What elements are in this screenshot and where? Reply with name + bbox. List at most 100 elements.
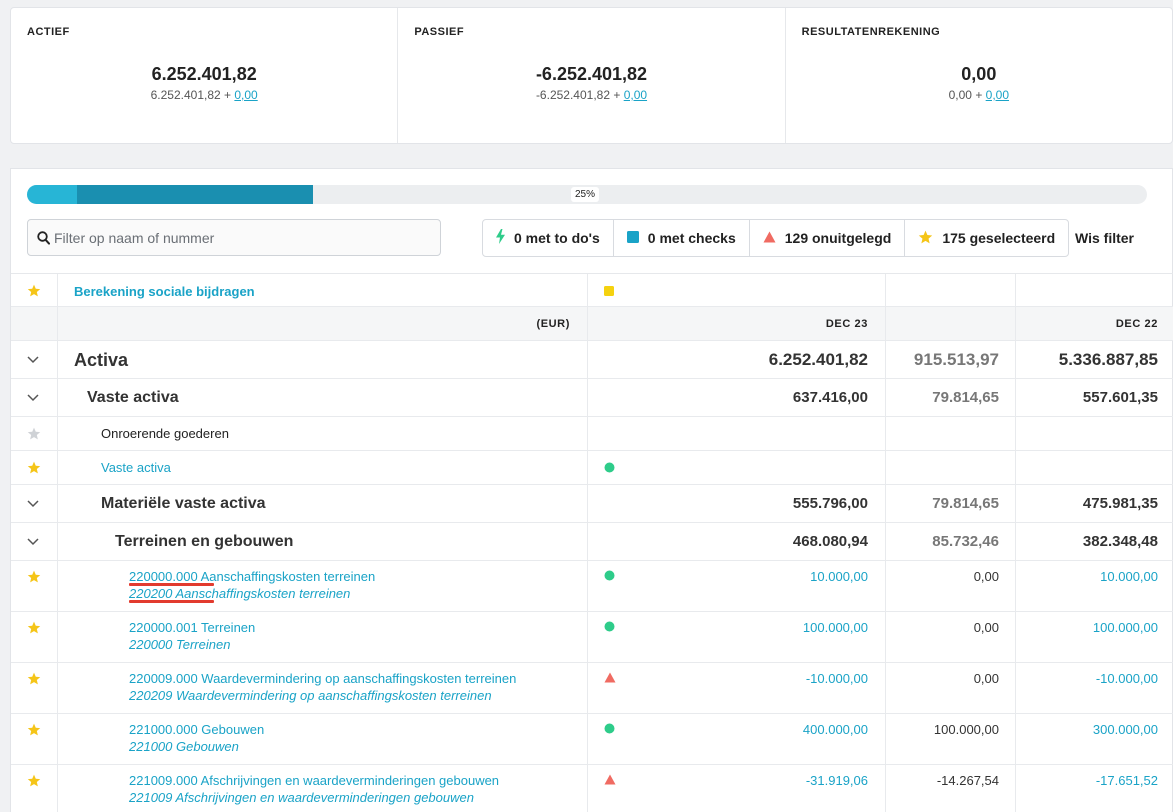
row-star-cell bbox=[11, 765, 58, 812]
summary-sub-link[interactable]: 0,00 bbox=[234, 88, 257, 102]
row-cell bbox=[886, 451, 1016, 484]
row-label: Terreinen en gebouwen bbox=[115, 533, 294, 550]
highlight-underline bbox=[129, 600, 214, 603]
summary-label: RESULTATENREKENING bbox=[801, 26, 941, 38]
row-value-dec23: 637.416,00 bbox=[792, 389, 868, 406]
row-label-cell: Terreinen en gebouwen bbox=[58, 523, 588, 560]
status-dot-icon bbox=[604, 723, 615, 734]
row-cell bbox=[1016, 417, 1173, 450]
summary-sub-base: 0,00 + bbox=[948, 88, 986, 102]
chevron-down-icon[interactable] bbox=[27, 500, 39, 508]
row-value-dec22[interactable]: -10.000,00 bbox=[1096, 671, 1158, 686]
account-link[interactable]: 221000.000 Gebouwen bbox=[129, 722, 264, 737]
progress-done-segment bbox=[27, 185, 78, 204]
filter-unexplained-button[interactable]: 129 onuitgelegd bbox=[750, 220, 906, 256]
star-outline-icon[interactable] bbox=[27, 427, 41, 440]
row-cell bbox=[886, 274, 1016, 306]
table-row[interactable]: Vaste activa 637.416,00 79.814,65 557.60… bbox=[11, 379, 1173, 417]
row-value-cell: 0,00 bbox=[886, 663, 1016, 713]
summary-panel: ACTIEF 6.252.401,82 6.252.401,82 + 0,00 … bbox=[10, 7, 1173, 144]
row-value-cell: -17.651,52 bbox=[1016, 765, 1173, 812]
row-value-dec23[interactable]: -10.000,00 bbox=[806, 671, 868, 686]
row-status-cell: 10.000,00 bbox=[588, 561, 886, 611]
row-value-dec23[interactable]: 400.000,00 bbox=[803, 722, 868, 737]
row-status-cell: -31.919,06 bbox=[588, 765, 886, 812]
row-status-cell bbox=[588, 274, 886, 306]
account-link[interactable]: 220000.001 Terreinen bbox=[129, 620, 255, 635]
account-link[interactable]: 220000.000 Aanschaffingskosten terreinen bbox=[129, 569, 375, 584]
star-icon[interactable] bbox=[27, 570, 41, 583]
account-sublabel: 220000 Terreinen bbox=[129, 637, 231, 652]
progress-bar: 25% bbox=[27, 185, 1147, 204]
row-value-cell: 468.080,94 bbox=[588, 523, 886, 560]
row-value-cell: 915.513,97 bbox=[886, 341, 1016, 378]
table-row[interactable]: Onroerende goederen bbox=[11, 417, 1173, 451]
summary-sub-base: 6.252.401,82 + bbox=[150, 88, 235, 102]
table-row[interactable]: 220009.000 Waardevermindering op aanscha… bbox=[11, 663, 1173, 714]
header-cell bbox=[11, 307, 58, 340]
row-value-diff: 85.732,46 bbox=[932, 533, 999, 550]
filter-todos-button[interactable]: 0 met to do's bbox=[483, 220, 614, 256]
row-label: Materiële vaste activa bbox=[101, 495, 266, 512]
star-icon[interactable] bbox=[27, 621, 41, 634]
table-row[interactable]: 220000.000 Aanschaffingskosten terreinen… bbox=[11, 561, 1173, 612]
special-row-link[interactable]: Berekening sociale bijdragen bbox=[74, 284, 255, 299]
row-link[interactable]: Vaste activa bbox=[101, 460, 171, 475]
account-link[interactable]: 221009.000 Afschrijvingen en waardevermi… bbox=[129, 773, 499, 788]
star-icon[interactable] bbox=[27, 461, 41, 474]
summary-subvalue: 6.252.401,82 + 0,00 bbox=[11, 88, 397, 102]
table-row[interactable]: 221009.000 Afschrijvingen en waardevermi… bbox=[11, 765, 1173, 812]
chevron-down-icon[interactable] bbox=[27, 394, 39, 402]
filter-checks-button[interactable]: 0 met checks bbox=[614, 220, 750, 256]
row-value-dec22[interactable]: -17.651,52 bbox=[1096, 773, 1158, 788]
column-header-dec22: DEC 22 bbox=[1115, 318, 1158, 330]
table-row[interactable]: Berekening sociale bijdragen bbox=[11, 274, 1173, 307]
row-cell bbox=[1016, 451, 1173, 484]
row-label-cell: 221009.000 Afschrijvingen en waardevermi… bbox=[58, 765, 588, 812]
summary-sub-link[interactable]: 0,00 bbox=[986, 88, 1009, 102]
row-value-dec22[interactable]: 300.000,00 bbox=[1093, 722, 1158, 737]
row-value-dec23[interactable]: 100.000,00 bbox=[803, 620, 868, 635]
column-header-dec23: DEC 23 bbox=[825, 318, 868, 330]
row-value-cell: 0,00 bbox=[886, 561, 1016, 611]
star-icon[interactable] bbox=[27, 723, 41, 736]
summary-sub-link[interactable]: 0,00 bbox=[624, 88, 647, 102]
row-star-cell bbox=[11, 714, 58, 764]
table-row[interactable]: 220000.001 Terreinen 220000 Terreinen 10… bbox=[11, 612, 1173, 663]
table-row[interactable]: Vaste activa bbox=[11, 451, 1173, 485]
summary-label: PASSIEF bbox=[414, 26, 465, 38]
summary-resultaten: RESULTATENREKENING 0,00 0,00 + 0,00 bbox=[786, 8, 1172, 143]
row-value-dec22[interactable]: 10.000,00 bbox=[1100, 569, 1158, 584]
star-icon[interactable] bbox=[27, 774, 41, 787]
chevron-down-icon[interactable] bbox=[27, 356, 39, 364]
account-link[interactable]: 220009.000 Waardevermindering op aanscha… bbox=[129, 671, 516, 686]
row-value-dec23[interactable]: -31.919,06 bbox=[806, 773, 868, 788]
summary-sub-base: -6.252.401,82 + bbox=[535, 88, 624, 102]
search-input[interactable] bbox=[54, 220, 434, 255]
chevron-down-icon[interactable] bbox=[27, 538, 39, 546]
row-value-cell: 557.601,35 bbox=[1016, 379, 1173, 416]
summary-value: 6.252.401,82 bbox=[151, 64, 257, 84]
filter-selected-button[interactable]: 175 geselecteerd bbox=[905, 220, 1068, 256]
row-value-diff: 0,00 bbox=[973, 569, 999, 584]
row-star-cell bbox=[11, 417, 58, 450]
star-icon[interactable] bbox=[27, 672, 41, 685]
row-label-cell: 221000.000 Gebouwen 221000 Gebouwen bbox=[58, 714, 588, 764]
row-value-dec23[interactable]: 10.000,00 bbox=[810, 569, 868, 584]
row-star-cell bbox=[11, 663, 58, 713]
table-row[interactable]: Materiële vaste activa 555.796,00 79.814… bbox=[11, 485, 1173, 523]
clear-filter-button[interactable]: Wis filter bbox=[1075, 230, 1134, 246]
row-value-diff: -14.267,54 bbox=[936, 773, 999, 788]
row-value-cell: 555.796,00 bbox=[588, 485, 886, 522]
row-label-cell: 220009.000 Waardevermindering op aanscha… bbox=[58, 663, 588, 713]
row-chevron-cell bbox=[11, 341, 58, 378]
table-row[interactable]: Terreinen en gebouwen 468.080,94 85.732,… bbox=[11, 523, 1173, 561]
search-box[interactable] bbox=[27, 219, 441, 256]
table-row[interactable]: 221000.000 Gebouwen 221000 Gebouwen 400.… bbox=[11, 714, 1173, 765]
table-row[interactable]: Activa 6.252.401,82 915.513,97 5.336.887… bbox=[11, 341, 1173, 379]
summary-passief: PASSIEF -6.252.401,82 -6.252.401,82 + 0,… bbox=[398, 8, 786, 143]
square-icon bbox=[626, 230, 639, 246]
row-value-dec22: 557.601,35 bbox=[1082, 389, 1158, 406]
row-value-dec22[interactable]: 100.000,00 bbox=[1093, 620, 1158, 635]
star-icon[interactable] bbox=[27, 284, 41, 297]
